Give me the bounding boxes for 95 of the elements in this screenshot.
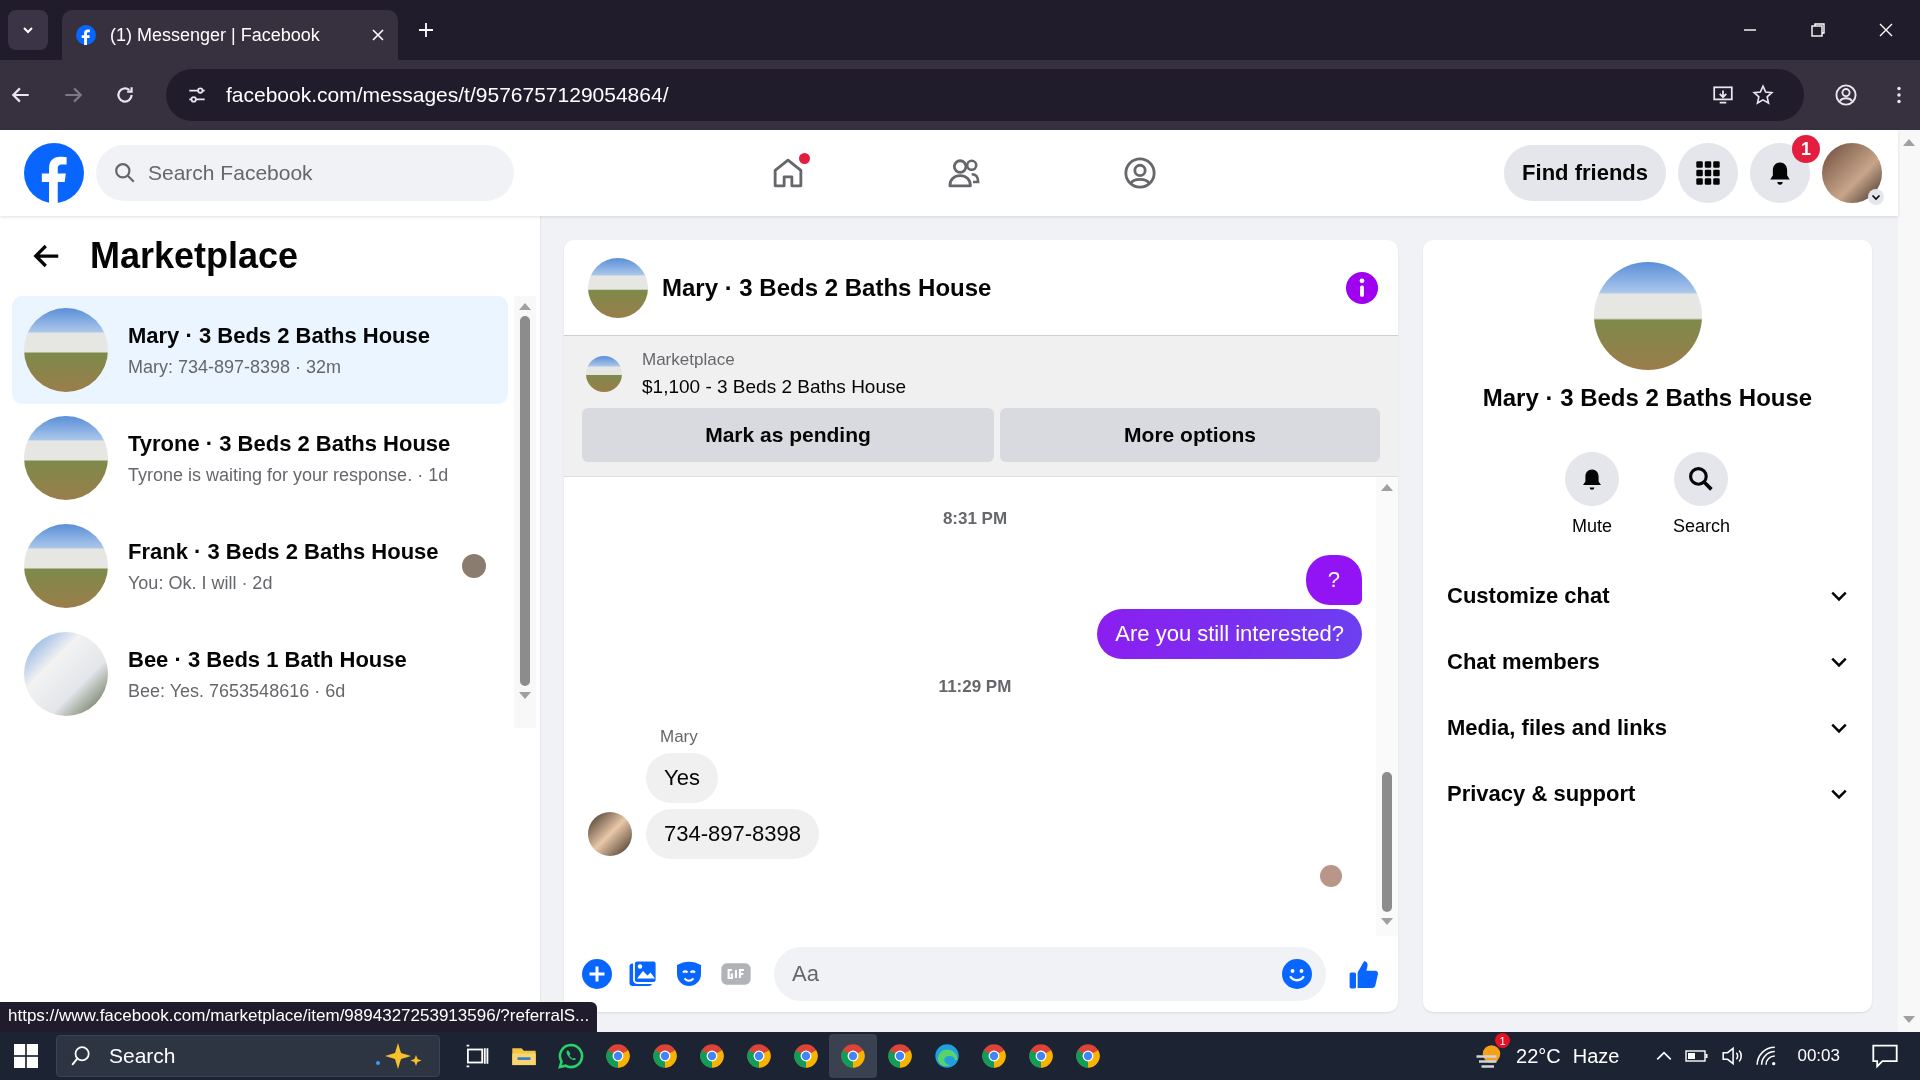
mute-button[interactable] [1564,452,1619,506]
collapsible-section[interactable]: Media, files and links [1437,695,1858,761]
action-label: Search [1672,516,1730,537]
received-message: Yes [646,753,718,803]
install-app-icon[interactable] [1712,84,1734,106]
bell-icon [1767,160,1793,186]
contact-title: Mary · 3 Beds 2 Baths House [1482,384,1813,412]
listing-action-button[interactable]: More options [1000,408,1380,462]
status-url-tooltip: https://www.facebook.com/marketplace/item/9894327253913596/?referralS... [0,1002,598,1032]
close-icon[interactable] [1878,22,1894,38]
section-title: Marketplace [90,235,299,277]
windows-icon[interactable] [14,1044,38,1068]
conversation-title: Bee · 3 Beds 1 Bath House [128,646,408,673]
speaker-icon[interactable] [1721,1045,1744,1067]
listing-label: Marketplace [642,350,736,370]
message-preview: Tyrone is waiting for your response. · 1d [128,464,450,486]
received-message: 734-897-8398 [646,809,819,859]
browser-icon [745,1043,772,1069]
restore-icon[interactable] [1810,22,1826,38]
star-icon[interactable] [1752,84,1774,106]
browser-icon [980,1043,1007,1069]
sent-message: ? [1305,555,1362,605]
profile-icon[interactable] [1834,83,1858,107]
conversation-item[interactable]: Mary · 3 Beds 2 Baths House Mary: 734-897-8398 · 32m [12,296,508,404]
thumbs-up-icon[interactable] [1348,958,1380,990]
grid-icon [1695,160,1721,186]
scroll-thumb[interactable] [520,316,530,686]
conversation-title: Mary · 3 Beds 2 Baths House [128,322,431,349]
conversation-item[interactable]: Bee · 3 Beds 1 Bath House Bee: Yes. 7653548616 · 6d [12,620,508,728]
close-icon[interactable] [372,29,384,41]
browser-tab[interactable]: (1) Messenger | Facebook [62,10,398,60]
browser-icon [839,1043,866,1069]
chat-bubble-icon [557,1043,584,1069]
sender-name: Mary [660,727,699,747]
notification-center-icon[interactable] [1872,1043,1898,1069]
browser-icon [651,1043,678,1069]
message-preview: You: Ok. I will · 2d [128,572,274,594]
facebook-icon [76,25,96,45]
conversation-item[interactable]: Frank · 3 Beds 2 Baths House You: Ok. I will · 2d [12,512,508,620]
search-icon [114,162,136,184]
sent-message: Are you still interested? [1097,609,1362,659]
message-timestamp: 11:29 PM [937,677,1013,697]
collapsible-section[interactable]: Chat members [1437,629,1858,695]
conversation-title: Frank · 3 Beds 2 Baths House [128,538,440,565]
message-timestamp: 8:31 PM [941,509,1009,529]
conversation-item[interactable]: Tyrone · 3 Beds 2 Baths House Tyrone is waiting for your response. · 1d [12,404,508,512]
search-button[interactable] [1674,452,1729,506]
taskbar-app[interactable] [828,1034,877,1078]
add-icon[interactable] [582,959,612,989]
account-avatar[interactable] [1822,143,1882,203]
collapsible-section[interactable]: Privacy & support [1437,761,1858,827]
info-icon[interactable] [1346,271,1378,304]
message-input[interactable]: Aa [774,947,1326,1001]
chat-title: Mary · 3 Beds 2 Baths House [662,273,992,302]
house-photo-placeholder [586,356,622,392]
battery-icon[interactable] [1685,1047,1710,1065]
chevron-down-icon[interactable] [1868,189,1884,205]
message-preview: Bee: Yes. 7653548616 · 6d [128,680,347,702]
browser-icon [698,1043,725,1069]
temperature: 22°C [1516,1044,1561,1068]
taskbar-search-field[interactable]: Search [56,1035,440,1077]
clock-time: 00:03 [1797,1046,1840,1066]
reload-icon[interactable] [114,84,136,106]
address-bar[interactable]: facebook.com/messages/t/9576757129054864/ [166,69,1804,121]
browser-icon [604,1043,631,1069]
browser-icon [792,1043,819,1069]
weather-condition: Haze [1572,1044,1620,1068]
browser-icon [933,1043,960,1069]
scroll-thumb[interactable] [1382,772,1392,912]
facebook-logo[interactable] [24,143,84,203]
sticker-icon[interactable] [674,959,704,989]
image-icon[interactable] [628,959,658,989]
listing-action-button[interactable]: Mark as pending [582,408,994,462]
notification-badge: 1 [1792,135,1820,163]
search-icon [70,1045,92,1067]
task-view-icon[interactable] [464,1043,490,1069]
conversation-title: Tyrone · 3 Beds 2 Baths House [128,430,452,457]
scrollbar[interactable] [1376,477,1398,936]
find-friends-button[interactable]: Find friends [1504,145,1666,201]
emoji-icon[interactable] [1282,959,1312,989]
menu-button[interactable] [1678,143,1738,203]
new-tab-icon[interactable] [418,22,434,38]
browser-icon [1074,1043,1101,1069]
collapsible-section[interactable]: Customize chat [1437,563,1858,629]
wifi-icon[interactable] [1755,1045,1778,1067]
message-preview: Mary: 734-897-8398 · 32m [128,356,343,378]
weather-badge: 1 [1495,1033,1511,1048]
search-icon [1688,466,1715,492]
browser-icon [886,1043,913,1069]
listing-title[interactable]: $1,100 - 3 Beds 2 Baths House [642,376,907,398]
browser-icon [1027,1043,1054,1069]
scrollbar[interactable] [514,296,536,728]
action-label: Mute [1571,516,1612,537]
url-text: facebook.com/messages/t/9576757129054864/ [226,83,669,107]
search-field[interactable]: Search Facebook [96,145,514,201]
